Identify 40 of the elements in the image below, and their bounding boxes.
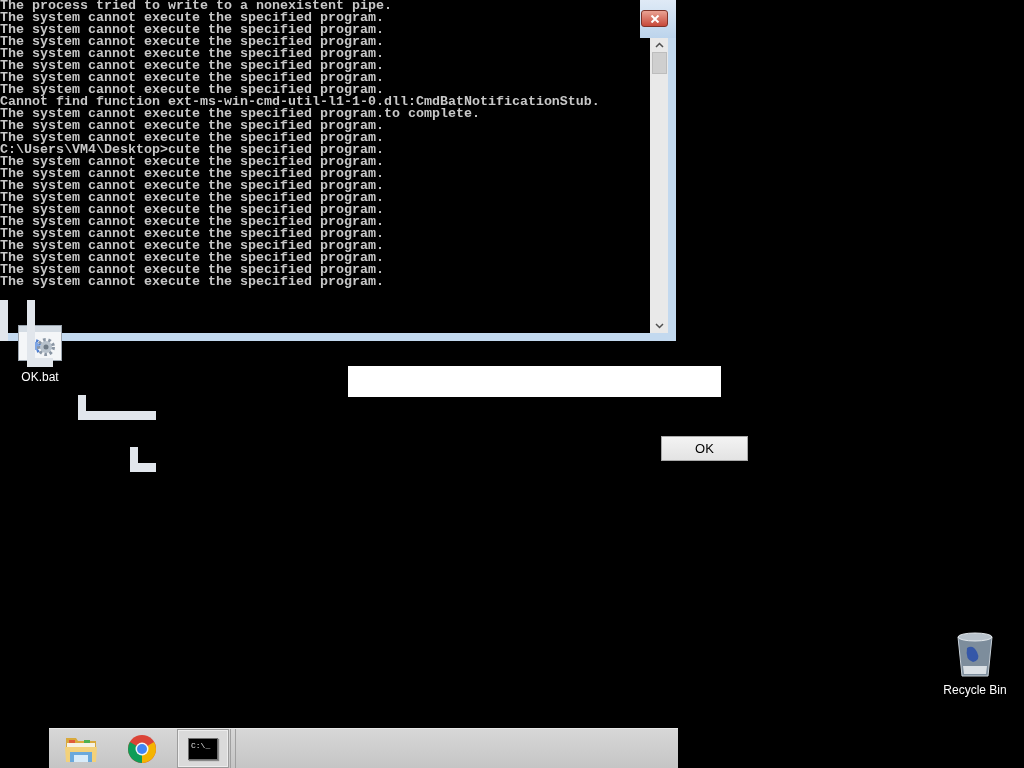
console-line: The system cannot execute the specified program.: [0, 36, 384, 48]
taskbar-button[interactable]: C:\_: [177, 729, 229, 768]
terminal-icon: C:\_: [188, 737, 218, 760]
console-line: The system cannot execute the specified program.: [0, 264, 384, 276]
console-line: The system cannot execute the specified program.: [0, 72, 384, 84]
console-line: The system cannot execute the specified program.: [0, 84, 384, 96]
chevron-up-icon[interactable]: [654, 42, 664, 48]
console-line: The system cannot execute the specified program.to complete.: [0, 108, 480, 120]
console-line: The system cannot execute the specified program.: [0, 120, 384, 132]
console-line: The system cannot execute the specified program.: [0, 12, 384, 24]
close-button[interactable]: [641, 10, 668, 27]
icon-label[interactable]: Recycle Bin: [943, 683, 1007, 697]
console-line: Cannot find function ext-ms-win-cmd-util-l1-1-0.dll:CmdBatNotificationStub.: [0, 96, 600, 108]
chevron-down-icon[interactable]: [654, 323, 664, 329]
console-line: The system cannot execute the specified program.: [0, 48, 384, 60]
console-line: The system cannot execute the specified program.: [0, 168, 384, 180]
frame-fragment: [130, 447, 156, 472]
console-line: The system cannot execute the specified program.: [0, 180, 384, 192]
round-logo-icon: [127, 733, 157, 764]
icon-label[interactable]: OK.bat: [21, 370, 59, 384]
frame-fragment: [0, 300, 8, 341]
console-line: The system cannot execute the specified program.: [0, 252, 384, 264]
frame-fragment: [27, 300, 53, 367]
console-line: The process tried to write to a nonexistent pipe.: [0, 0, 392, 12]
console-line: The system cannot execute the specified program.: [0, 60, 384, 72]
console-line: The system cannot execute the specified program.: [0, 132, 384, 144]
console-line: The system cannot execute the specified program.: [0, 24, 384, 36]
console-line: The system cannot execute the specified program.: [0, 156, 384, 168]
scrollbar[interactable]: [650, 38, 668, 333]
close-icon: [649, 14, 660, 23]
console-line: The system cannot execute the specified program.: [0, 216, 384, 228]
console-line: The system cannot execute the specified program.: [0, 276, 384, 288]
trash-bin-icon: [955, 632, 995, 678]
console-line: C:\Users\VM4\Desktop>cute the specified program.: [0, 144, 384, 156]
console-line: The system cannot execute the specified program.: [0, 240, 384, 252]
scrollbar-thumb[interactable]: [651, 52, 667, 74]
console-line: The system cannot execute the specified program.: [0, 192, 384, 204]
ok-button[interactable]: OK: [661, 436, 748, 461]
console-line: The system cannot execute the specified program.: [0, 204, 384, 216]
console-line: The system cannot execute the specified program.: [0, 228, 384, 240]
